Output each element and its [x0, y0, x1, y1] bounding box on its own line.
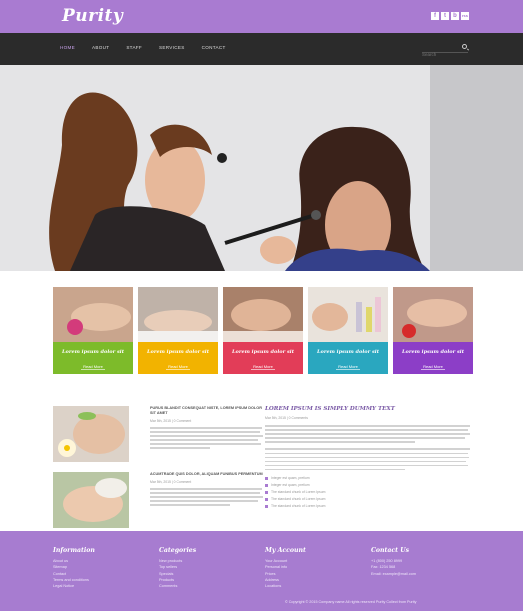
twitter-icon[interactable]: t — [441, 12, 449, 20]
card-image — [53, 287, 133, 342]
footer-heading: Contact Us — [371, 547, 410, 554]
card-title: Lorem ipsum dolor sit — [61, 349, 125, 355]
feature-cards: Lorem ipsum dolor sit Read More Lorem ip… — [53, 287, 473, 374]
read-more-link[interactable]: Read More — [166, 364, 190, 370]
footer-column-information: Information About us Sitemap Contact Ter… — [53, 547, 153, 589]
site-footer: Information About us Sitemap Contact Ter… — [0, 531, 523, 611]
card-image — [223, 287, 303, 342]
read-more-link[interactable]: Read More — [421, 364, 445, 370]
copyright-text: © Copyright © 2015 Company name All righ… — [285, 600, 417, 604]
blog-icon[interactable]: b — [451, 12, 459, 20]
social-links: f t b rss — [431, 12, 469, 20]
bullet-icon — [265, 504, 268, 508]
search-icon[interactable] — [462, 44, 467, 49]
search-input[interactable] — [422, 50, 458, 59]
list-item[interactable]: Integer est quam, pretium — [265, 483, 470, 487]
article-meta: Mar 5th, 2015 | 0 Comment — [150, 419, 192, 423]
card-image — [308, 287, 388, 342]
bullet-icon — [265, 483, 268, 487]
section-title: LOREM IPSUM IS SIMPLY DUMMY TEXT — [265, 406, 395, 412]
nav-services[interactable]: SERVICES — [159, 45, 185, 50]
card-image — [138, 287, 218, 342]
footer-link[interactable]: Legal Notice — [53, 583, 153, 589]
card-band: Lorem ipsum dolor sit Read More — [223, 342, 303, 374]
footer-column-contact: Contact Us +1 (800) 250 8999 Fax: 1234 5… — [371, 547, 471, 577]
list-item[interactable]: The standard chunk of Lorem Ipsum — [265, 504, 470, 508]
rss-icon[interactable]: rss — [461, 12, 469, 20]
nav-about[interactable]: ABOUT — [92, 45, 109, 50]
list-item[interactable]: Integer est quam, pretium — [265, 476, 470, 480]
section-meta: Mar 5th, 2015 | 0 Comments — [265, 416, 308, 420]
card-title: Lorem ipsum dolor sit — [401, 349, 465, 355]
bullet-icon — [265, 490, 268, 494]
feature-card[interactable]: Lorem ipsum dolor sit Read More — [223, 287, 303, 374]
hero-banner — [0, 65, 523, 271]
article-item: ACUMTRADE QUIS DOLOR, ALIQUAM FUNIBUS PE… — [53, 472, 263, 532]
nav-staff[interactable]: STAFF — [126, 45, 142, 50]
footer-link[interactable]: Locations — [265, 583, 365, 589]
card-title: Lorem ipsum dolor sit — [146, 349, 210, 355]
article-excerpt — [150, 488, 265, 506]
bullet-icon — [265, 497, 268, 501]
feature-card[interactable]: Lorem ipsum dolor sit Read More — [53, 287, 133, 374]
bullet-icon — [265, 476, 268, 480]
article-thumbnail[interactable] — [53, 406, 129, 462]
bullet-list: Integer est quam, pretium Integer est qu… — [265, 476, 470, 508]
footer-column-account: My Account Your Account Personal info Pr… — [265, 547, 365, 589]
read-more-link[interactable]: Read More — [336, 364, 360, 370]
footer-heading: My Account — [265, 547, 306, 554]
footer-heading: Categories — [159, 547, 197, 554]
list-item[interactable]: The standard chunk of Lorem Ipsum — [265, 490, 470, 494]
section-paragraphs — [265, 425, 470, 471]
card-band: Lorem ipsum dolor sit Read More — [138, 342, 218, 374]
footer-column-categories: Categories New products Top sellers Spec… — [159, 547, 259, 589]
card-band: Lorem ipsum dolor sit Read More — [308, 342, 388, 374]
nav-home[interactable]: HOME — [60, 45, 75, 50]
card-image — [393, 287, 473, 342]
search-box — [422, 43, 468, 59]
site-logo[interactable]: Purity — [62, 6, 123, 26]
read-more-link[interactable]: Read More — [251, 364, 275, 370]
card-band: Lorem ipsum dolor sit Read More — [53, 342, 133, 374]
card-title: Lorem ipsum dolor sit — [316, 349, 380, 355]
feature-card[interactable]: Lorem ipsum dolor sit Read More — [393, 287, 473, 374]
top-header: Purity f t b rss — [0, 0, 523, 33]
article-thumbnail[interactable] — [53, 472, 129, 528]
article-title[interactable]: ACUMTRADE QUIS DOLOR, ALIQUAM FUNIBUS PE… — [150, 472, 265, 477]
footer-heading: Information — [53, 547, 95, 554]
contact-email[interactable]: Email: example@mail.com — [371, 571, 471, 577]
main-navigation: HOME ABOUT STAFF SERVICES CONTACT — [0, 33, 523, 65]
hero-makeup-artist-image — [0, 65, 523, 271]
feature-card[interactable]: Lorem ipsum dolor sit Read More — [138, 287, 218, 374]
article-title[interactable]: PURUS BLANDIT CONSEQUAT NISTE, LOREM IPS… — [150, 406, 265, 416]
read-more-link[interactable]: Read More — [81, 364, 105, 370]
feature-card[interactable]: Lorem ipsum dolor sit Read More — [308, 287, 388, 374]
article-excerpt — [150, 427, 265, 449]
article-item: PURUS BLANDIT CONSEQUAT NISTE, LOREM IPS… — [53, 406, 263, 466]
article-meta: Mar 5th, 2015 | 0 Comment — [150, 480, 192, 484]
nav-contact[interactable]: CONTACT — [202, 45, 226, 50]
list-item[interactable]: The standard chunk of Lorem Ipsum — [265, 497, 470, 501]
card-band: Lorem ipsum dolor sit Read More — [393, 342, 473, 374]
footer-link[interactable]: Comments — [159, 583, 259, 589]
intro-section: LOREM IPSUM IS SIMPLY DUMMY TEXT Mar 5th… — [265, 406, 470, 511]
card-title: Lorem ipsum dolor sit — [231, 349, 295, 355]
facebook-icon[interactable]: f — [431, 12, 439, 20]
